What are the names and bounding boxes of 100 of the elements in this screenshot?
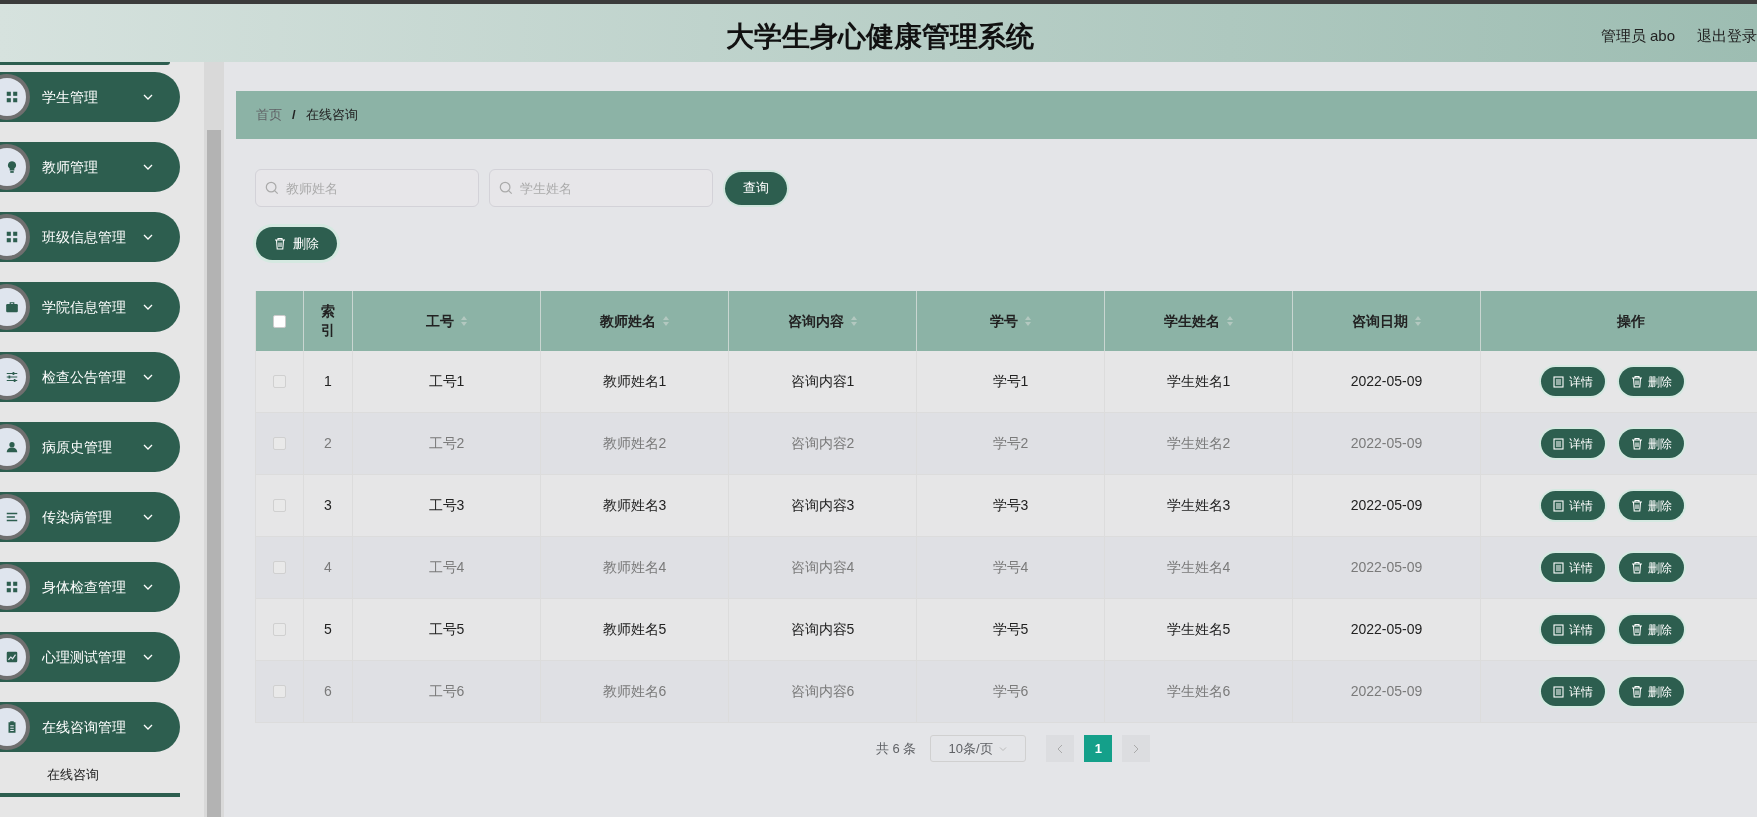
delete-button[interactable]: 删除 bbox=[1619, 367, 1684, 396]
app-title: 大学生身心健康管理系统 bbox=[726, 20, 1034, 54]
table-cell-text: 教师姓名6 bbox=[602, 682, 667, 701]
table-cell-text: 工号1 bbox=[428, 372, 465, 391]
delete-button[interactable]: 删除 bbox=[1619, 553, 1684, 582]
details-button[interactable]: 详情 bbox=[1541, 367, 1605, 396]
grid-icon bbox=[5, 230, 19, 244]
table-cell-text: 1 bbox=[324, 372, 332, 391]
sidebar-item[interactable]: 检查公告管理 bbox=[0, 352, 180, 402]
document-icon bbox=[1553, 623, 1564, 636]
breadcrumb-current: 在线咨询 bbox=[305, 106, 358, 125]
search-field[interactable]: 教师姓名 bbox=[255, 169, 479, 207]
table-cell-text: 学号6 bbox=[992, 682, 1029, 701]
chart-icon bbox=[5, 650, 19, 664]
table-cell-text: 2022-05-09 bbox=[1350, 682, 1423, 701]
sidebar-item[interactable] bbox=[0, 62, 170, 66]
table-cell-text: 学号1 bbox=[992, 372, 1029, 391]
table-cell-text: 咨询内容3 bbox=[790, 496, 855, 515]
table-cell-text: 学生姓名4 bbox=[1166, 558, 1231, 577]
details-button[interactable]: 详情 bbox=[1541, 491, 1605, 520]
chevron-left-icon bbox=[1056, 743, 1065, 754]
table-cell-text: 咨询内容1 bbox=[790, 372, 855, 391]
table-cell-text: 工号5 bbox=[428, 620, 465, 639]
sidebar-item[interactable]: 班级信息管理 bbox=[0, 212, 180, 262]
trash-icon bbox=[1631, 561, 1643, 574]
details-button[interactable]: 详情 bbox=[1541, 677, 1605, 706]
sidebar-item[interactable]: 学生管理 bbox=[0, 72, 180, 122]
table-cell-text: 3 bbox=[324, 496, 332, 515]
table-cell-text: 工号2 bbox=[428, 434, 465, 453]
table-cell-text: 2022-05-09 bbox=[1350, 496, 1423, 515]
details-button[interactable]: 详情 bbox=[1541, 553, 1605, 582]
search-field[interactable]: 学生姓名 bbox=[489, 169, 713, 207]
submenu-item[interactable]: 在线咨询 bbox=[0, 757, 180, 797]
table-cell-text: 咨询内容5 bbox=[790, 620, 855, 639]
row-checkbox[interactable] bbox=[273, 375, 286, 388]
scrollbar-thumb[interactable] bbox=[207, 130, 221, 817]
table-cell-text: 工号3 bbox=[428, 496, 465, 515]
trash-icon bbox=[1631, 623, 1643, 636]
table-cell-text: 学生姓名1 bbox=[1166, 372, 1231, 391]
scrollbar[interactable] bbox=[204, 62, 224, 817]
table-cell-text: 咨询内容2 bbox=[790, 434, 855, 453]
sidebar-item[interactable]: 学院信息管理 bbox=[0, 282, 180, 332]
table-cell-text: 工号6 bbox=[428, 682, 465, 701]
delete-button[interactable]: 删除 bbox=[1619, 491, 1684, 520]
delete-button[interactable]: 删除 bbox=[1619, 615, 1684, 644]
document-icon bbox=[1553, 437, 1564, 450]
chevron-right-icon bbox=[1132, 743, 1141, 754]
sidebar-item[interactable]: 传染病管理 bbox=[0, 492, 180, 542]
page-size-select[interactable]: 10条/页 bbox=[930, 735, 1027, 762]
table-cell-text: 6 bbox=[324, 682, 332, 701]
document-icon bbox=[1553, 375, 1564, 388]
details-button[interactable]: 详情 bbox=[1541, 429, 1605, 458]
trash-icon bbox=[1631, 375, 1643, 388]
trash-icon bbox=[1631, 685, 1643, 698]
search-button[interactable]: 查询 bbox=[725, 171, 787, 205]
sidebar-item[interactable]: 心理测试管理 bbox=[0, 632, 180, 682]
table-cell-text: 4 bbox=[324, 558, 332, 577]
table-cell-text: 教师姓名4 bbox=[602, 558, 667, 577]
list-icon bbox=[5, 510, 19, 524]
table-cell-text: 2022-05-09 bbox=[1350, 372, 1423, 391]
row-checkbox[interactable] bbox=[273, 685, 286, 698]
table-cell-text: 教师姓名3 bbox=[602, 496, 667, 515]
table-cell-text: 2022-05-09 bbox=[1350, 434, 1423, 453]
delete-button[interactable]: 删除 bbox=[1619, 677, 1684, 706]
logout-link[interactable]: 退出登录 bbox=[1697, 25, 1757, 48]
previous-page-button[interactable] bbox=[1046, 735, 1075, 762]
breadcrumb-separator: / bbox=[292, 106, 296, 125]
table-cell-text: 咨询内容4 bbox=[790, 558, 855, 577]
table-cell-text: 教师姓名1 bbox=[602, 372, 667, 391]
delete-button[interactable]: 删除 bbox=[256, 227, 337, 260]
search-icon bbox=[499, 181, 513, 195]
table-cell-text: 学生姓名3 bbox=[1166, 496, 1231, 515]
select-all-checkbox[interactable] bbox=[273, 314, 286, 328]
trash-icon bbox=[274, 237, 286, 250]
user-name: 管理员 abo bbox=[1600, 26, 1675, 46]
document-icon bbox=[1553, 499, 1564, 512]
table-cell-text: 5 bbox=[324, 620, 332, 639]
details-button[interactable]: 详情 bbox=[1541, 615, 1605, 644]
row-checkbox[interactable] bbox=[273, 561, 286, 574]
next-page-button[interactable] bbox=[1122, 735, 1151, 762]
row-checkbox[interactable] bbox=[273, 437, 286, 450]
table-cell-text: 学生姓名5 bbox=[1166, 620, 1231, 639]
row-checkbox[interactable] bbox=[273, 499, 286, 512]
total-count: 共 6 条 bbox=[876, 739, 917, 758]
grid-icon bbox=[5, 90, 19, 104]
sidebar-item[interactable]: 在线咨询管理 bbox=[0, 702, 180, 752]
table-cell-text: 2022-05-09 bbox=[1350, 558, 1423, 577]
delete-button[interactable]: 删除 bbox=[1619, 429, 1684, 458]
sidebar-item[interactable]: 教师管理 bbox=[0, 142, 180, 192]
sidebar-item[interactable]: 病原史管理 bbox=[0, 422, 180, 472]
grid-icon bbox=[5, 580, 19, 594]
table-cell-text: 学生姓名2 bbox=[1166, 434, 1231, 453]
table-cell-text: 学号3 bbox=[992, 496, 1029, 515]
table-cell-text: 咨询内容6 bbox=[790, 682, 855, 701]
trash-icon bbox=[1631, 437, 1643, 450]
document-icon bbox=[1553, 685, 1564, 698]
sidebar-item[interactable]: 身体检查管理 bbox=[0, 562, 180, 612]
row-checkbox[interactable] bbox=[273, 623, 286, 636]
table-cell-text: 学生姓名6 bbox=[1166, 682, 1231, 701]
table-cell-text: 学号5 bbox=[992, 620, 1029, 639]
